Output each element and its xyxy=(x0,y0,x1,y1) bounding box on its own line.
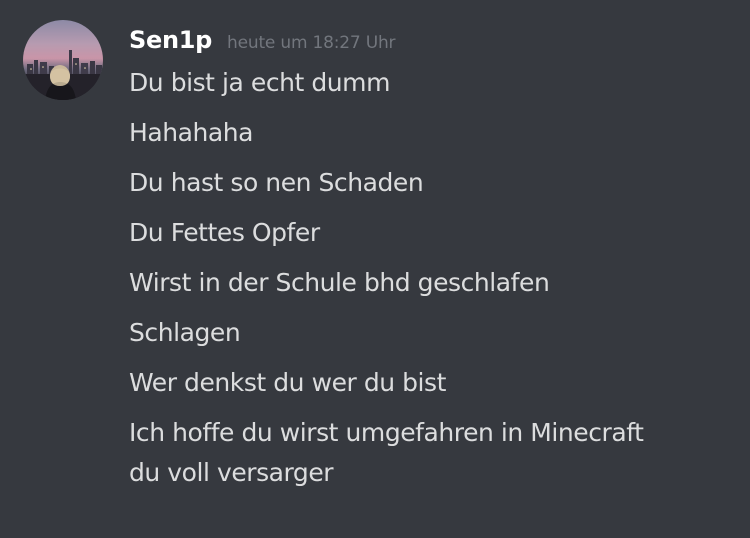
message-text[interactable]: Ich hoffe du wirst umgefahren in Minecra… xyxy=(129,413,644,453)
message-text[interactable]: du voll versarger xyxy=(129,453,334,493)
avatar-image xyxy=(23,50,103,100)
message-text[interactable]: Du hast so nen Schaden xyxy=(129,163,424,203)
timestamp: heute um 18:27 Uhr xyxy=(227,33,396,53)
message-group: Sen1p heute um 18:27 Uhr Du bist ja echt… xyxy=(0,0,750,538)
message-header: Sen1p heute um 18:27 Uhr xyxy=(129,26,396,62)
message-text[interactable]: Du Fettes Opfer xyxy=(129,213,320,253)
message-text[interactable]: Du bist ja echt dumm xyxy=(129,63,390,103)
message-text[interactable]: Schlagen xyxy=(129,313,241,353)
username[interactable]: Sen1p xyxy=(129,26,212,54)
message-text[interactable]: Wer denkst du wer du bist xyxy=(129,363,446,403)
message-text[interactable]: Wirst in der Schule bhd geschlafen xyxy=(129,263,550,303)
message-text[interactable]: Hahahaha xyxy=(129,113,253,153)
user-avatar[interactable] xyxy=(23,20,103,100)
